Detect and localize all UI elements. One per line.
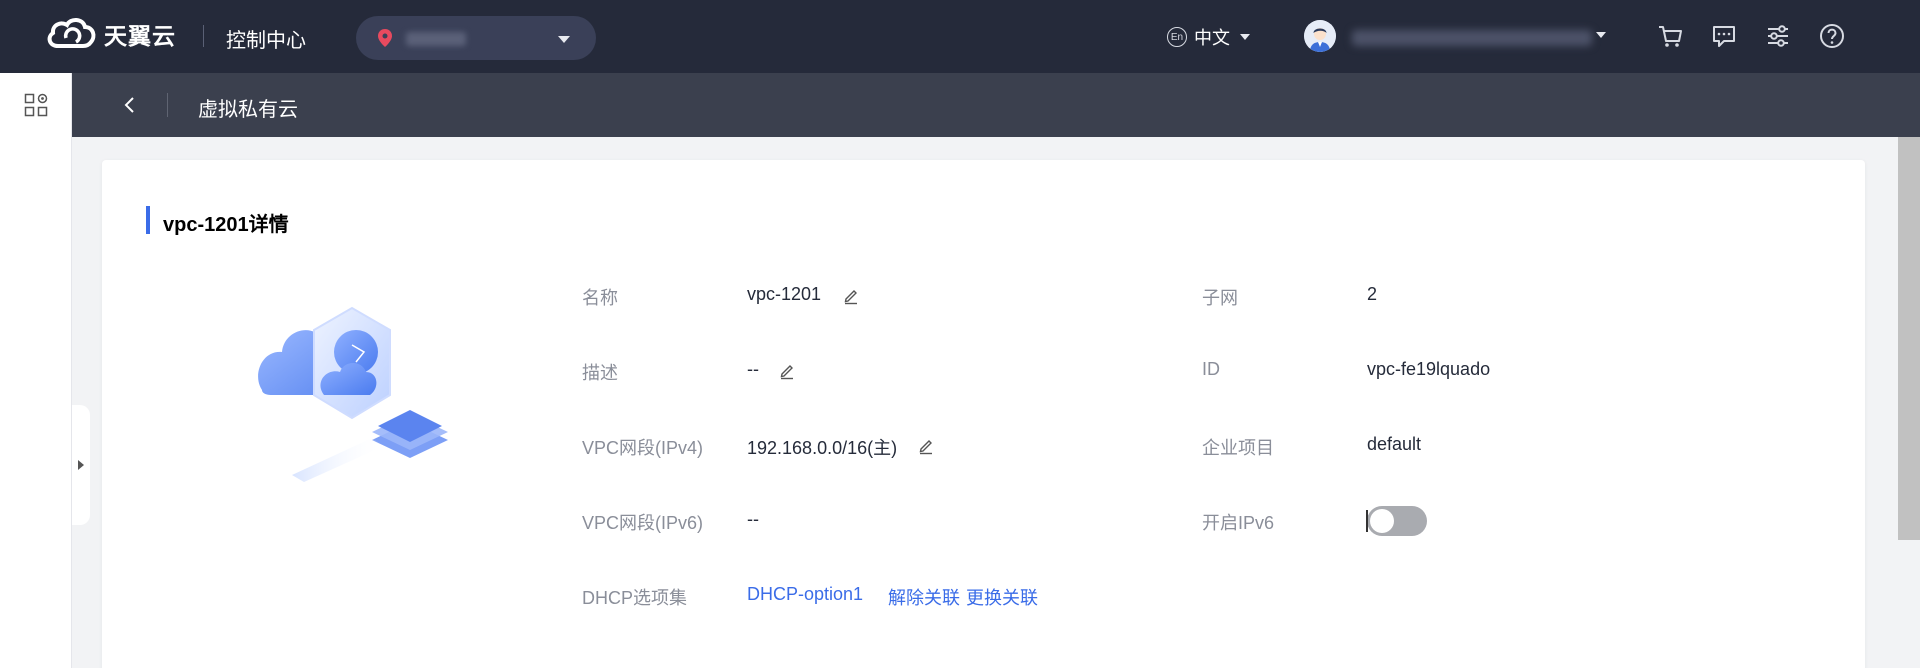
console-title[interactable]: 控制中心 bbox=[226, 24, 306, 53]
chevron-right-icon bbox=[78, 460, 84, 470]
topbar-divider bbox=[203, 25, 204, 47]
vpc-detail-card: vpc-1201详情 名称 vpc-1201 描述 -- VPC网段(IPv4)… bbox=[102, 160, 1865, 668]
back-arrow-icon[interactable] bbox=[118, 93, 142, 117]
language-icon: En bbox=[1167, 27, 1187, 47]
enable-ipv6-toggle[interactable] bbox=[1366, 506, 1427, 536]
chevron-down-icon bbox=[558, 36, 570, 43]
message-icon[interactable] bbox=[1710, 22, 1738, 50]
field-value-ipv4: 192.168.0.0/16(主) bbox=[747, 438, 898, 458]
sidebar-expand-toggle[interactable] bbox=[72, 405, 90, 525]
page-title: 虚拟私有云 bbox=[198, 99, 298, 121]
settings-sliders-icon[interactable] bbox=[1764, 22, 1792, 50]
avatar bbox=[1304, 20, 1336, 52]
region-selector[interactable] bbox=[356, 16, 596, 60]
dhcp-change-link[interactable]: 更换关联 bbox=[966, 584, 1038, 610]
header-divider bbox=[167, 93, 168, 117]
field-value-ipv6: -- bbox=[747, 509, 759, 529]
field-label-enable-ipv6: 开启IPv6 bbox=[1202, 513, 1275, 533]
vpc-illustration bbox=[258, 306, 448, 482]
field-label-subnet: 子网 bbox=[1202, 288, 1238, 308]
brand-name: 天翼云 bbox=[104, 23, 176, 49]
region-name-redacted bbox=[406, 32, 466, 46]
card-title: vpc-1201详情 bbox=[163, 214, 289, 236]
field-label-name: 名称 bbox=[582, 288, 618, 308]
field-value-id: vpc-fe19lquado bbox=[1367, 359, 1491, 379]
toggle-knob bbox=[1370, 509, 1394, 533]
text-cursor bbox=[1366, 510, 1368, 532]
brand-logo[interactable]: 天翼云 bbox=[44, 16, 176, 52]
page-header: 虚拟私有云 bbox=[72, 73, 1920, 137]
field-label-description: 描述 bbox=[582, 363, 618, 383]
field-value-enterprise-project: default bbox=[1367, 434, 1422, 454]
field-value-subnet: 2 bbox=[1367, 284, 1378, 304]
help-icon[interactable] bbox=[1818, 22, 1846, 50]
edit-pencil-icon[interactable] bbox=[778, 362, 796, 380]
chevron-down-icon bbox=[1240, 34, 1250, 40]
service-list-icon[interactable] bbox=[24, 93, 48, 117]
dhcp-option-link[interactable]: DHCP-option1 bbox=[747, 584, 863, 605]
dhcp-unbind-link[interactable]: 解除关联 bbox=[888, 584, 960, 610]
language-switcher[interactable]: En 中文 bbox=[1167, 24, 1250, 50]
left-sidebar bbox=[0, 73, 72, 668]
location-pin-icon bbox=[378, 29, 392, 47]
chevron-down-icon bbox=[1596, 32, 1606, 38]
field-label-enterprise-project: 企业项目 bbox=[1202, 438, 1274, 458]
field-label-ipv4: VPC网段(IPv4) bbox=[582, 438, 704, 458]
language-label: 中文 bbox=[1194, 28, 1230, 48]
user-avatar-icon bbox=[1304, 20, 1336, 52]
username-redacted bbox=[1352, 30, 1592, 46]
field-label-id: ID bbox=[1202, 359, 1220, 379]
cart-icon[interactable] bbox=[1656, 22, 1684, 50]
scrollbar-thumb[interactable] bbox=[1898, 137, 1920, 540]
field-label-dhcp: DHCP选项集 bbox=[582, 588, 688, 608]
cloud-logo-icon bbox=[47, 18, 96, 48]
field-label-ipv6: VPC网段(IPv6) bbox=[582, 513, 704, 533]
field-value-description: -- bbox=[747, 359, 759, 379]
edit-pencil-icon[interactable] bbox=[917, 437, 935, 455]
title-accent-bar bbox=[146, 206, 150, 234]
field-value-name: vpc-1201 bbox=[747, 284, 822, 304]
top-navigation-bar: 天翼云 控制中心 En 中文 bbox=[0, 0, 1920, 73]
edit-pencil-icon[interactable] bbox=[842, 287, 860, 305]
